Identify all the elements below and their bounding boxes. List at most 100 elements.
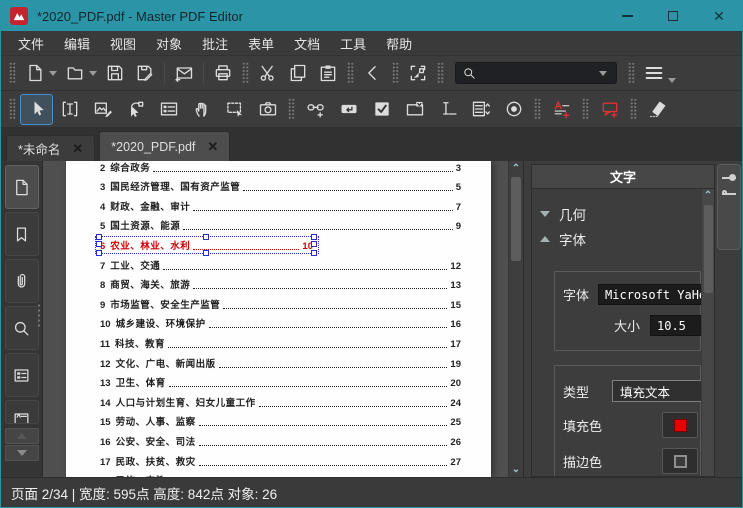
toolbar-grip[interactable]	[437, 62, 444, 84]
toolbar-grip[interactable]	[9, 62, 16, 84]
scroll-up-icon[interactable]: ⌃	[509, 161, 523, 176]
sidebar-scroll-down-button[interactable]	[4, 445, 39, 461]
scroll-down-icon[interactable]: ⌄	[509, 462, 523, 477]
pdf-page[interactable]: 2 综合政务 3 3 国民经济管理、国有资产监管 5 4 财政、金融、审计 7 …	[66, 161, 491, 477]
main-menu-button[interactable]	[639, 59, 669, 87]
save-as-button[interactable]	[130, 59, 160, 87]
properties-toggle-tab[interactable]	[716, 164, 741, 250]
back-button[interactable]	[358, 59, 388, 87]
cut-button[interactable]	[253, 59, 283, 87]
new-document-button[interactable]	[20, 59, 50, 87]
selection-handle[interactable]	[96, 240, 102, 247]
tab-close-icon[interactable]: ✕	[207, 140, 218, 153]
selection-handle[interactable]	[311, 240, 317, 247]
selection-handle[interactable]	[311, 249, 317, 256]
stroke-color-button[interactable]	[662, 448, 698, 474]
toc-row[interactable]: 13 卫生、体育 20	[100, 370, 461, 389]
selection-handle[interactable]	[311, 233, 317, 240]
toc-row[interactable]: 16 公安、安全、司法 26	[100, 428, 461, 448]
print-button[interactable]	[208, 59, 238, 87]
sidebar-pages-button[interactable]	[4, 165, 39, 209]
document-view[interactable]: 2 综合政务 3 3 国民经济管理、国有资产监管 5 4 财政、金融、审计 7 …	[43, 161, 523, 477]
menu-item[interactable]: 表单	[238, 31, 284, 56]
minimize-button[interactable]	[604, 1, 650, 31]
sidebar-scroll-up-button[interactable]	[4, 428, 39, 444]
hand-tool-button[interactable]	[185, 94, 218, 125]
type-combobox[interactable]: 填充文本	[612, 380, 701, 402]
toc-row[interactable]: 7 工业、交通 12	[100, 252, 461, 272]
main-menu-dropdown-icon[interactable]	[668, 77, 676, 83]
toc-row[interactable]: 4 财政、金融、审计 7	[100, 193, 461, 213]
open-file-button[interactable]	[60, 59, 90, 87]
document-tab[interactable]: *2020_PDF.pdf ✕	[99, 131, 231, 161]
toc-row[interactable]: 10 城乡建设、环境保护 16	[100, 311, 461, 330]
font-section-header[interactable]: 字体	[540, 226, 701, 251]
paste-button[interactable]	[313, 59, 343, 87]
sidebar-comments-button[interactable]	[4, 400, 39, 424]
panel-scrollbar-thumb[interactable]	[703, 205, 713, 293]
whiteout-tool-button[interactable]	[641, 94, 674, 125]
search-dropdown-icon[interactable]	[599, 70, 607, 76]
crop-pages-button[interactable]	[403, 59, 433, 87]
selection-handle[interactable]	[96, 233, 102, 240]
toolbar-grip[interactable]	[534, 98, 541, 120]
sidebar-form-fields-button[interactable]	[4, 353, 39, 397]
scrollbar-thumb[interactable]	[511, 177, 521, 261]
close-button[interactable]: ✕	[696, 1, 742, 31]
toc-row[interactable]: 14 人口与计划生育、妇女儿童工作 24	[100, 389, 461, 409]
menu-item[interactable]: 文档	[284, 31, 330, 56]
font-family-input[interactable]: Microsoft YaHei	[598, 284, 701, 305]
toc-row[interactable]: 9 市场监管、安全生产监管 15	[100, 291, 461, 311]
document-vertical-scrollbar[interactable]: ⌃ ⌄	[508, 161, 523, 477]
toc-row[interactable]: 15 劳动、人事、监察 25	[100, 409, 461, 428]
push-button-tool-button[interactable]	[332, 94, 365, 125]
toolbar-grip[interactable]	[242, 62, 249, 84]
search-input[interactable]	[455, 62, 617, 84]
sidebar-bookmarks-button[interactable]	[4, 212, 39, 256]
pointer-tool-button[interactable]	[20, 93, 53, 125]
checkbox-tool-button[interactable]	[365, 94, 398, 125]
callout-tool-button[interactable]	[593, 94, 626, 125]
selection-handle[interactable]	[202, 249, 209, 256]
new-document-dropdown-icon[interactable]	[49, 70, 57, 76]
toolbar-grip[interactable]	[628, 62, 635, 84]
panel-scroll-up-icon[interactable]: ⌃	[702, 189, 714, 203]
document-tab[interactable]: *未命名 ✕	[6, 135, 96, 161]
fill-color-button[interactable]	[662, 412, 698, 438]
toc-row[interactable]: 2 综合政务 3	[100, 161, 461, 174]
menu-item[interactable]: 视图	[100, 31, 146, 56]
geometry-section-header[interactable]: 几何	[540, 201, 701, 226]
link-tool-button[interactable]	[299, 94, 332, 125]
edit-path-tool-button[interactable]	[119, 94, 152, 125]
toolbar-grip[interactable]	[392, 62, 399, 84]
combo-box-tool-button[interactable]	[398, 94, 431, 125]
menu-item[interactable]: 文件	[8, 31, 54, 56]
sidebar-search-button[interactable]	[4, 306, 39, 350]
list-box-tool-button[interactable]	[464, 94, 497, 125]
menu-item[interactable]: 对象	[146, 31, 192, 56]
text-comment-tool-button[interactable]	[545, 94, 578, 125]
menu-item[interactable]: 编辑	[54, 31, 100, 56]
toc-row[interactable]: 17 民政、扶贫、救灾 27	[100, 448, 461, 468]
toolbar-grip[interactable]	[630, 98, 637, 120]
email-button[interactable]	[169, 59, 199, 87]
edit-text-tool-button[interactable]	[53, 94, 86, 125]
snapshot-tool-button[interactable]	[251, 94, 284, 125]
toc-row[interactable]: 8 商贸、海关、旅游 13	[100, 272, 461, 291]
open-file-dropdown-icon[interactable]	[89, 70, 97, 76]
panel-scrollbar[interactable]: ⌃	[701, 189, 714, 476]
toc-row[interactable]: 18 民族、宗教 28	[100, 468, 461, 477]
font-size-input[interactable]: 10.5	[650, 315, 701, 336]
maximize-button[interactable]	[650, 1, 696, 31]
select-area-tool-button[interactable]	[218, 94, 251, 125]
toc-row[interactable]: 5 国土资源、能源 9	[100, 213, 461, 232]
toolbar-grip[interactable]	[347, 62, 354, 84]
selection-handle[interactable]	[202, 233, 209, 240]
edit-image-tool-button[interactable]	[86, 94, 119, 125]
sidebar-attachments-button[interactable]	[4, 259, 39, 303]
toolbar-grip[interactable]	[582, 98, 589, 120]
text-field-tool-button[interactable]	[431, 94, 464, 125]
selection-handle[interactable]	[96, 249, 102, 256]
toc-row[interactable]: 3 国民经济管理、国有资产监管 5	[100, 174, 461, 193]
toolbar-grip[interactable]	[288, 98, 295, 120]
